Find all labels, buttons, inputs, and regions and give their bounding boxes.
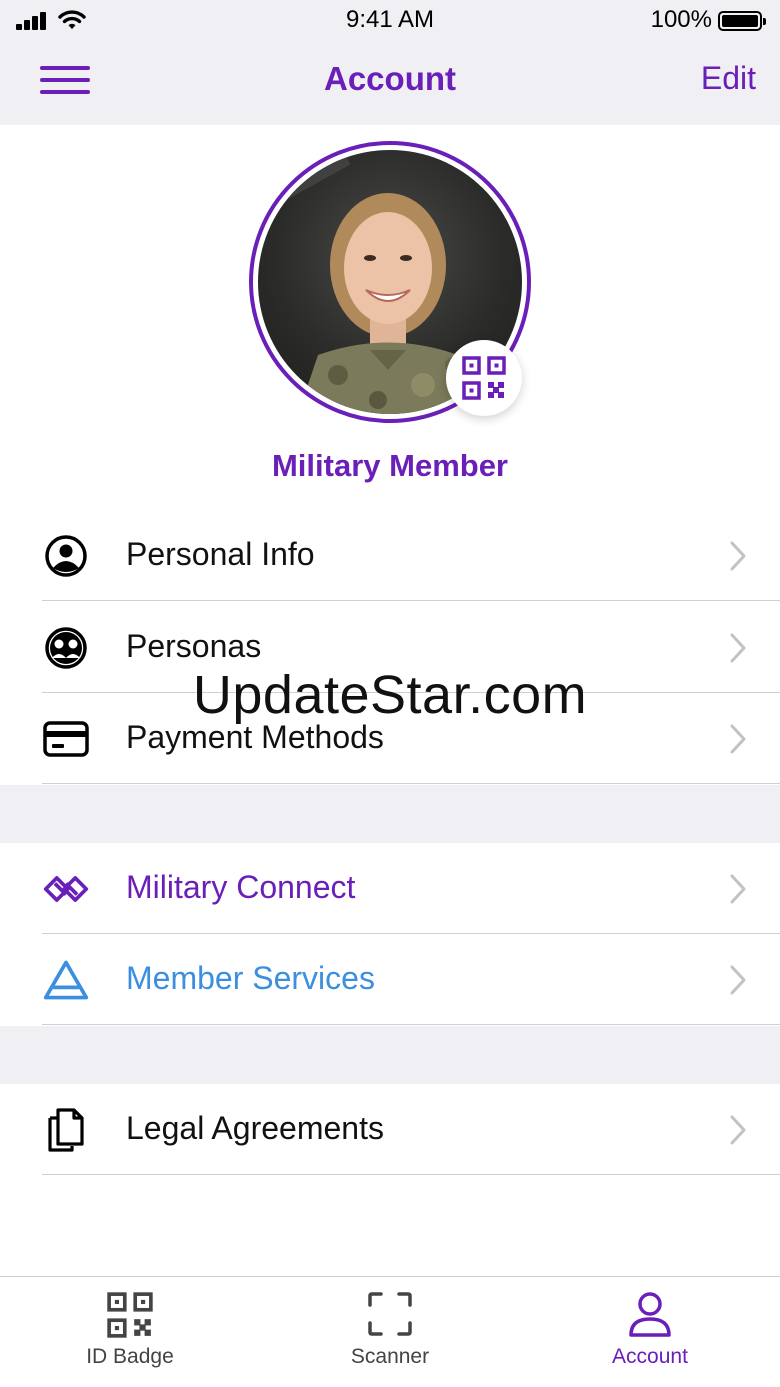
chevron-right-icon	[730, 541, 746, 571]
chevron-right-icon	[730, 874, 746, 904]
battery-percent: 100%	[650, 6, 712, 33]
military-connect-icon	[43, 876, 89, 902]
menu-item-personal-info[interactable]: Personal Info	[0, 510, 780, 601]
tab-label: ID Badge	[86, 1345, 174, 1368]
tab-scanner[interactable]: Scanner	[260, 1277, 520, 1387]
person-icon	[629, 1292, 671, 1337]
scanner-frame-icon	[368, 1292, 412, 1336]
documents-icon	[48, 1108, 84, 1152]
divider	[42, 600, 780, 601]
navigation-bar: Account Edit	[0, 48, 780, 112]
qr-code-button[interactable]	[446, 340, 522, 416]
tab-id-badge[interactable]: ID Badge	[0, 1277, 260, 1387]
account-screen: 9:41 AM 100% Account Edit Military Membe…	[0, 0, 780, 1387]
section-separator	[0, 785, 780, 843]
hamburger-menu-icon[interactable]	[40, 64, 92, 98]
section-separator	[0, 1026, 780, 1084]
menu-item-payment-methods[interactable]: Payment Methods	[0, 693, 780, 784]
menu-item-label: Payment Methods	[126, 719, 384, 755]
page-title: Account	[324, 60, 456, 97]
menu-item-label: Personas	[126, 628, 262, 664]
tab-bar: ID Badge Scanner Account	[0, 1276, 780, 1387]
status-bar: 9:41 AM 100%	[0, 0, 780, 42]
divider	[42, 1174, 780, 1175]
menu-item-military-connect[interactable]: Military Connect	[0, 843, 780, 934]
menu-item-label: Military Connect	[126, 869, 356, 905]
profile-name: Military Member	[271, 448, 508, 483]
chevron-right-icon	[730, 1115, 746, 1145]
menu-item-legal-agreements[interactable]: Legal Agreements	[0, 1084, 780, 1175]
triangle-icon	[43, 960, 89, 1000]
menu-item-label: Personal Info	[126, 536, 315, 572]
divider	[42, 1024, 780, 1025]
divider	[42, 783, 780, 784]
credit-card-icon	[43, 721, 89, 757]
menu-item-personas[interactable]: Personas	[0, 602, 780, 693]
battery-icon	[718, 11, 766, 31]
chevron-right-icon	[730, 965, 746, 995]
menu-item-member-services[interactable]: Member Services	[0, 934, 780, 1025]
qr-code-icon	[107, 1292, 153, 1338]
menu-item-label: Legal Agreements	[126, 1110, 384, 1146]
person-circle-icon	[45, 535, 87, 577]
tab-account[interactable]: Account	[520, 1277, 780, 1387]
chevron-right-icon	[730, 633, 746, 663]
menu-item-label: Member Services	[126, 960, 375, 996]
top-bar: 9:41 AM 100% Account Edit	[0, 0, 780, 125]
edit-button[interactable]: Edit	[701, 60, 756, 97]
chevron-right-icon	[730, 724, 746, 754]
tab-label: Scanner	[350, 1345, 430, 1368]
tab-label: Account	[612, 1345, 688, 1368]
personas-icon	[45, 627, 87, 669]
qr-code-icon	[462, 356, 506, 400]
